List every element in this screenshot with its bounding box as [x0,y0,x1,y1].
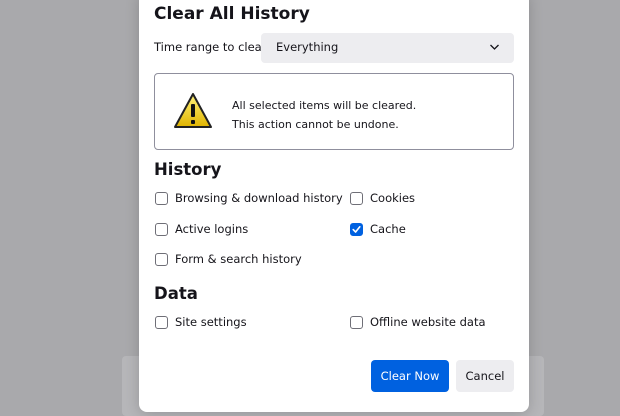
checkbox-box[interactable] [350,191,363,205]
warning-line-2: This action cannot be undone. [232,118,399,131]
checkbox-active-logins[interactable]: Active logins [155,222,248,236]
checkbox-box[interactable] [155,222,168,236]
checkbox-label: Form & search history [175,252,302,266]
checkbox-box[interactable] [155,315,168,329]
checkbox-browsing-download-history[interactable]: Browsing & download history [155,191,343,205]
checkbox-label: Cache [370,222,406,236]
warning-line-1: All selected items will be cleared. [232,99,417,112]
dialog-title: Clear All History [154,4,310,24]
warning-box: All selected items will be cleared. This… [154,73,514,150]
data-heading: Data [154,284,198,303]
history-heading: History [154,160,222,179]
checkbox-label: Active logins [175,222,249,236]
warning-message: All selected items will be cleared. This… [232,96,416,134]
checkbox-form-search-history[interactable]: Form & search history [155,252,302,266]
time-range-select[interactable]: Everything [261,33,514,63]
checkbox-cookies[interactable]: Cookies [350,191,415,205]
checkbox-site-settings[interactable]: Site settings [155,315,247,329]
chevron-down-icon [490,44,499,50]
time-range-label: Time range to clear: [154,40,271,54]
checkbox-offline-website-data[interactable]: Offline website data [350,315,486,329]
checkmark-icon [352,225,361,233]
time-range-value: Everything [276,40,339,54]
checkbox-label: Cookies [370,191,416,205]
checkbox-box[interactable] [350,315,363,329]
checkbox-label: Offline website data [370,315,486,329]
cancel-button[interactable]: Cancel [456,360,514,392]
checkbox-box[interactable] [155,191,168,205]
checkbox-label: Site settings [175,315,247,329]
checkbox-box[interactable] [350,222,363,236]
clear-history-dialog: Clear All History Time range to clear: E… [139,0,529,412]
checkbox-label: Browsing & download history [175,191,343,205]
checkbox-box[interactable] [155,252,168,266]
clear-now-button[interactable]: Clear Now [371,360,449,392]
warning-triangle-icon [174,93,212,128]
checkbox-cache[interactable]: Cache [350,222,406,236]
